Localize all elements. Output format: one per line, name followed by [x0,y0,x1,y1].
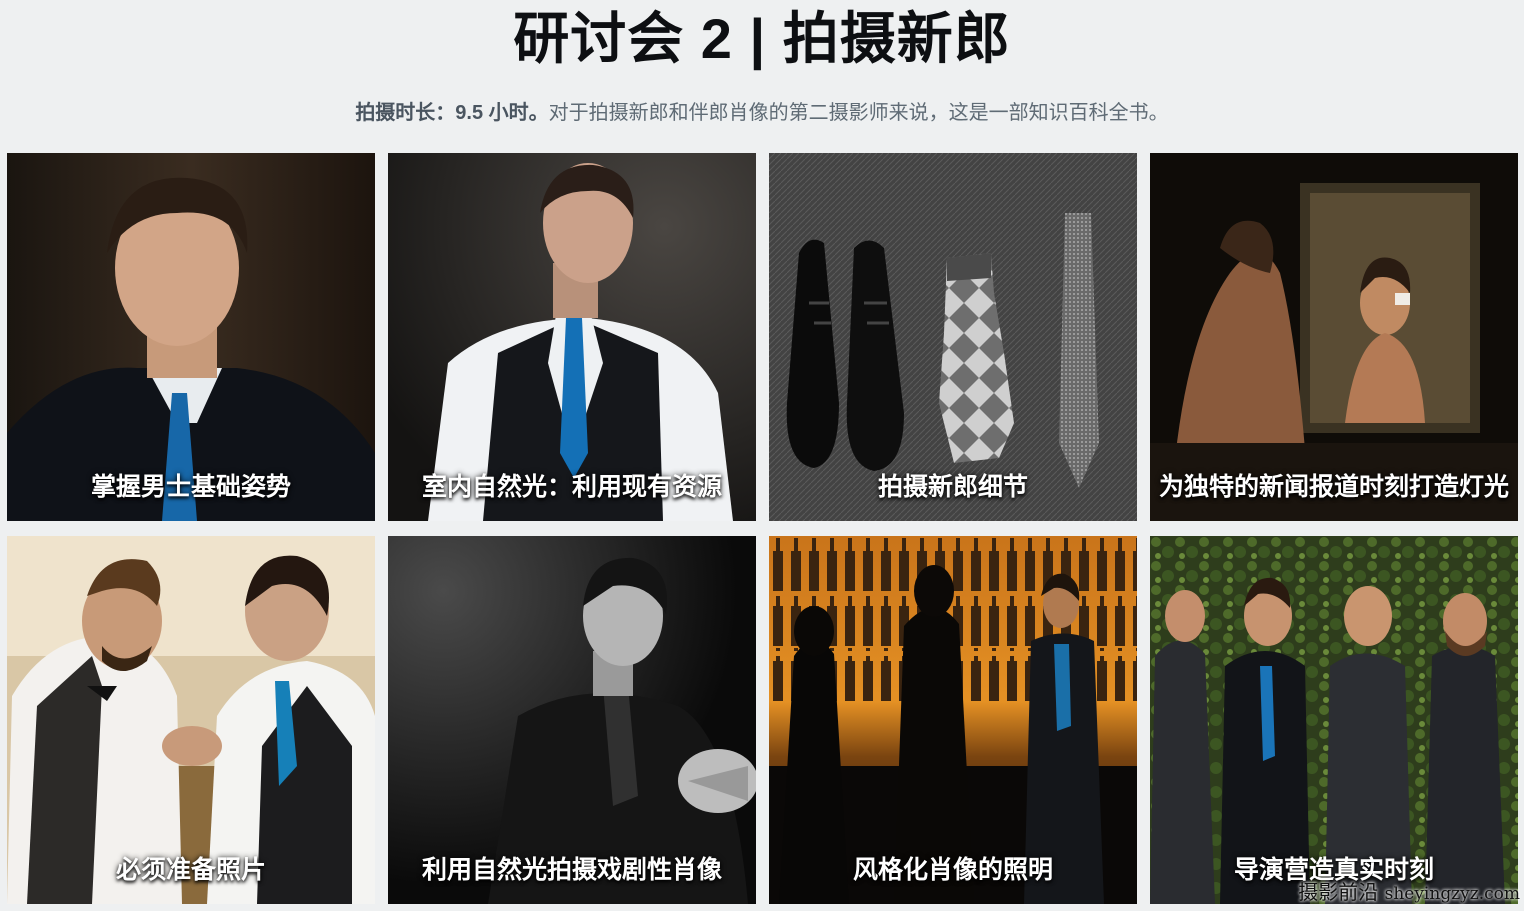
lesson-tile-6[interactable]: 利用自然光拍摄戏剧性肖像 [388,536,756,904]
groom-shaving-image [1150,153,1518,521]
dramatic-portrait-image [388,536,756,904]
workshop-page: 研讨会 2 | 拍摄新郎 拍摄时长：9.5 小时。对于拍摄新郎和伴郎肖像的第二摄… [0,0,1524,911]
lesson-tile-5[interactable]: 必须准备照片 [7,536,375,904]
bar-silhouettes-image [769,536,1137,904]
lesson-caption: 必须准备照片 [115,856,266,884]
page-title: 研讨会 2 | 拍摄新郎 [513,7,1011,70]
lesson-tile-4[interactable]: 为独特的新闻报道时刻打造灯光 [1150,153,1518,521]
subtitle-description: 对于拍摄新郎和伴郎肖像的第二摄影师来说，这是一部知识百科全书。 [548,102,1169,124]
watermark-cn: 摄影前沿 [1298,880,1379,904]
lesson-tile-3[interactable]: 拍摄新郎细节 [769,153,1137,521]
lesson-caption: 风格化肖像的照明 [852,856,1053,884]
page-subtitle: 拍摄时长：9.5 小时。对于拍摄新郎和伴郎肖像的第二摄影师来说，这是一部知识百科… [0,98,1524,128]
groom-portrait-image [7,153,375,521]
lesson-tile-1[interactable]: 掌握男士基础姿势 [7,153,375,521]
watermark-latin: sheyingzyz.com [1384,884,1520,904]
lesson-tile-7[interactable]: 风格化肖像的照明 [769,536,1137,904]
lesson-grid: 掌握男士基础姿势 室内自然光：利用现有资源 拍摄新郎细节 为独特的新闻报道时刻打… [7,153,1518,904]
lesson-tile-2[interactable]: 室内自然光：利用现有资源 [388,153,756,521]
lesson-caption: 为独特的新闻报道时刻打造灯光 [1158,473,1509,501]
groomsmen-ivy-image [1150,536,1518,904]
groom-details-image [769,153,1137,521]
lesson-caption: 利用自然光拍摄戏剧性肖像 [421,856,722,884]
duration-label: 拍摄时长：9.5 小时。 [355,102,549,124]
lesson-caption: 掌握男士基础姿势 [90,473,291,501]
groom-vest-image [388,153,756,521]
lesson-caption: 拍摄新郎细节 [877,473,1028,501]
groomsmen-cufflinks-image [7,536,375,904]
site-watermark: 摄影前沿 sheyingzyz.com [1298,876,1520,905]
lesson-tile-8[interactable]: 导演营造真实时刻 [1150,536,1518,904]
lesson-caption: 室内自然光：利用现有资源 [421,473,722,501]
